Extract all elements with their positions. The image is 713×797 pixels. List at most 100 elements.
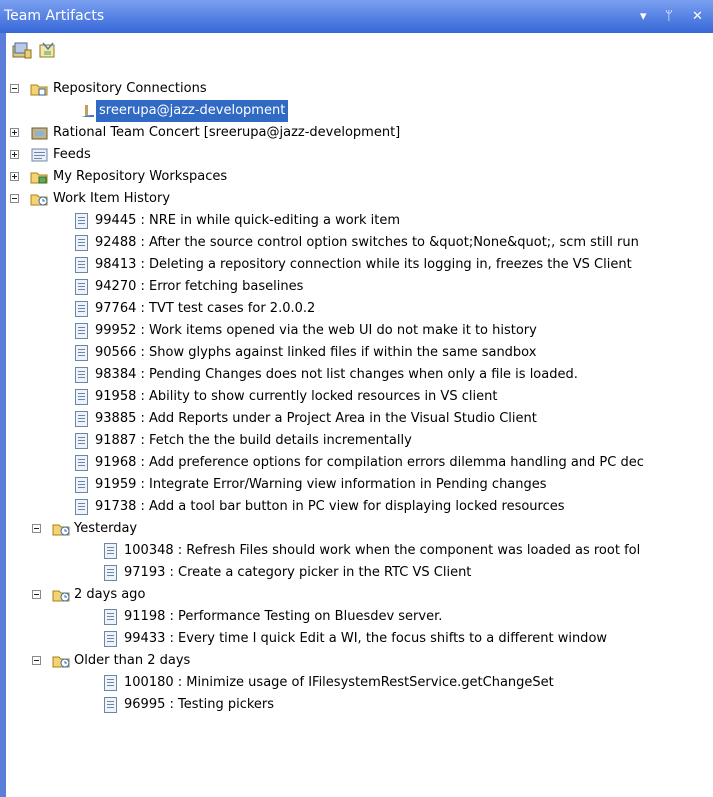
work-item-icon	[75, 279, 88, 295]
feeds-icon	[31, 148, 48, 162]
history-folder-icon	[30, 194, 48, 206]
tree-node-my-repository-workspaces[interactable]: My Repository Workspaces	[6, 166, 306, 188]
work-item-row[interactable]: 99952 : Work items opened via the web UI…	[6, 320, 713, 342]
work-item-label: 92488 : After the source control option …	[95, 235, 639, 250]
tree-node-history-group-2-days-ago[interactable]: 2 days ago	[6, 584, 206, 606]
collapse-toggle[interactable]	[10, 84, 19, 93]
expand-toggle[interactable]	[10, 172, 19, 181]
work-item-label: 100180 : Minimize usage of IFilesystemRe…	[124, 675, 554, 690]
work-item-label: 91198 : Performance Testing on Bluesdev …	[124, 609, 443, 624]
tree-node-label: sreerupa@jazz-development	[96, 100, 289, 122]
work-item-icon	[75, 257, 88, 273]
work-item-label: 91959 : Integrate Error/Warning view inf…	[95, 477, 547, 492]
tree-node-label: Yesterday	[74, 521, 138, 536]
work-item-row[interactable]: 93885 : Add Reports under a Project Area…	[6, 408, 713, 430]
work-item-row[interactable]: 91887 : Fetch the the build details incr…	[6, 430, 713, 452]
work-item-row[interactable]: 100180 : Minimize usage of IFilesystemRe…	[6, 672, 713, 694]
collapse-toggle[interactable]	[32, 656, 41, 665]
work-item-label: 97193 : Create a category picker in the …	[124, 565, 472, 580]
work-item-label: 99433 : Every time I quick Edit a WI, th…	[124, 631, 608, 646]
work-item-icon	[75, 499, 88, 515]
work-item-icon	[75, 323, 88, 339]
view-menu-button[interactable]: ▾	[640, 0, 647, 33]
history-folder-icon	[52, 590, 70, 602]
work-item-icon	[75, 367, 88, 383]
work-item-row[interactable]: 92488 : After the source control option …	[6, 232, 713, 254]
tree-node-history-group-yesterday[interactable]: Yesterday	[6, 518, 206, 540]
work-item-row[interactable]: 91958 : Ability to show currently locked…	[6, 386, 713, 408]
work-item-icon	[75, 455, 88, 471]
history-folder-icon	[52, 656, 70, 668]
work-item-icon	[104, 631, 117, 647]
work-item-row[interactable]: 97193 : Create a category picker in the …	[6, 562, 713, 584]
work-item-icon	[75, 301, 88, 317]
view-title-bar: Team Artifacts ▾ ᛘ ✕	[0, 0, 713, 33]
repository-folder-icon	[30, 84, 48, 96]
view-toolbar	[6, 33, 713, 67]
workspace-folder-icon	[30, 172, 48, 184]
work-item-icon	[75, 213, 88, 229]
work-item-icon	[75, 235, 88, 251]
work-item-label: 94270 : Error fetching baselines	[95, 279, 304, 294]
tree-node-label: My Repository Workspaces	[53, 169, 228, 184]
work-item-row[interactable]: 98384 : Pending Changes does not list ch…	[6, 364, 713, 386]
close-view-button[interactable]: ✕	[692, 0, 703, 33]
new-repository-connection-icon[interactable]	[12, 41, 32, 59]
work-item-label: 91958 : Ability to show currently locked…	[95, 389, 498, 404]
work-item-icon	[104, 543, 117, 559]
work-item-label: 91887 : Fetch the the build details incr…	[95, 433, 412, 448]
work-item-row[interactable]: 97764 : TVT test cases for 2.0.0.2	[6, 298, 713, 320]
work-item-label: 96995 : Testing pickers	[124, 697, 275, 712]
work-item-label: 91738 : Add a tool bar button in PC view…	[95, 499, 565, 514]
work-item-row[interactable]: 91959 : Integrate Error/Warning view inf…	[6, 474, 713, 496]
work-item-label: 98384 : Pending Changes does not list ch…	[95, 367, 578, 382]
work-item-label: 93885 : Add Reports under a Project Area…	[95, 411, 537, 426]
work-item-row[interactable]: 94270 : Error fetching baselines	[6, 276, 713, 298]
work-item-row[interactable]: 91198 : Performance Testing on Bluesdev …	[6, 606, 713, 628]
work-item-label: 91968 : Add preference options for compi…	[95, 455, 644, 470]
collapse-toggle[interactable]	[10, 194, 19, 203]
work-item-label: 98413 : Deleting a repository connection…	[95, 257, 632, 272]
work-item-label: 100348 : Refresh Files should work when …	[124, 543, 641, 558]
tree-node-rational-team-concert[interactable]: Rational Team Concert [sreerupa@jazz-dev…	[6, 122, 506, 144]
work-item-label: 99445 : NRE in while quick-editing a wor…	[95, 213, 401, 228]
tree-node-connection[interactable]: sreerupa@jazz-development	[6, 100, 326, 122]
work-item-icon	[104, 697, 117, 713]
work-item-icon	[75, 411, 88, 427]
tree-node-feeds[interactable]: Feeds	[6, 144, 206, 166]
collapse-toggle[interactable]	[32, 524, 41, 533]
work-item-icon	[75, 433, 88, 449]
work-item-label: 90566 : Show glyphs against linked files…	[95, 345, 537, 360]
minimize-pin-button[interactable]: ᛘ	[665, 0, 673, 33]
work-item-icon	[75, 345, 88, 361]
work-item-icon	[104, 609, 117, 625]
tree-node-work-item-history[interactable]: Work Item History	[6, 188, 246, 210]
view-title: Team Artifacts	[4, 8, 105, 24]
work-item-row[interactable]: 91738 : Add a tool bar button in PC view…	[6, 496, 713, 518]
work-item-row[interactable]: 91968 : Add preference options for compi…	[6, 452, 713, 474]
tree-node-repository-connections[interactable]: Repository Connections	[6, 78, 406, 100]
work-item-row[interactable]: 100348 : Refresh Files should work when …	[6, 540, 713, 562]
tree-node-label: 2 days ago	[74, 587, 146, 602]
work-item-row[interactable]: 96995 : Testing pickers	[6, 694, 713, 716]
new-work-item-icon[interactable]	[38, 41, 58, 59]
work-item-row[interactable]: 99433 : Every time I quick Edit a WI, th…	[6, 628, 713, 650]
collapse-toggle[interactable]	[32, 590, 41, 599]
work-item-row[interactable]: 99445 : NRE in while quick-editing a wor…	[6, 210, 713, 232]
tree-node-label: Rational Team Concert [sreerupa@jazz-dev…	[53, 125, 401, 140]
expand-toggle[interactable]	[10, 128, 19, 137]
tree-node-label: Feeds	[53, 147, 91, 162]
work-item-icon	[104, 565, 117, 581]
tree-node-label: Older than 2 days	[74, 653, 191, 668]
work-item-icon	[104, 675, 117, 691]
expand-toggle[interactable]	[10, 150, 19, 159]
tree-node-history-group-older-than-2-days[interactable]: Older than 2 days	[6, 650, 256, 672]
work-item-row[interactable]: 98413 : Deleting a repository connection…	[6, 254, 713, 276]
history-folder-icon	[52, 524, 70, 536]
work-item-label: 97764 : TVT test cases for 2.0.0.2	[95, 301, 316, 316]
work-item-label: 99952 : Work items opened via the web UI…	[95, 323, 537, 338]
work-item-row[interactable]: 90566 : Show glyphs against linked files…	[6, 342, 713, 364]
work-item-icon	[75, 477, 88, 493]
rtc-project-icon	[31, 127, 48, 140]
tree-node-label: Work Item History	[53, 191, 171, 206]
